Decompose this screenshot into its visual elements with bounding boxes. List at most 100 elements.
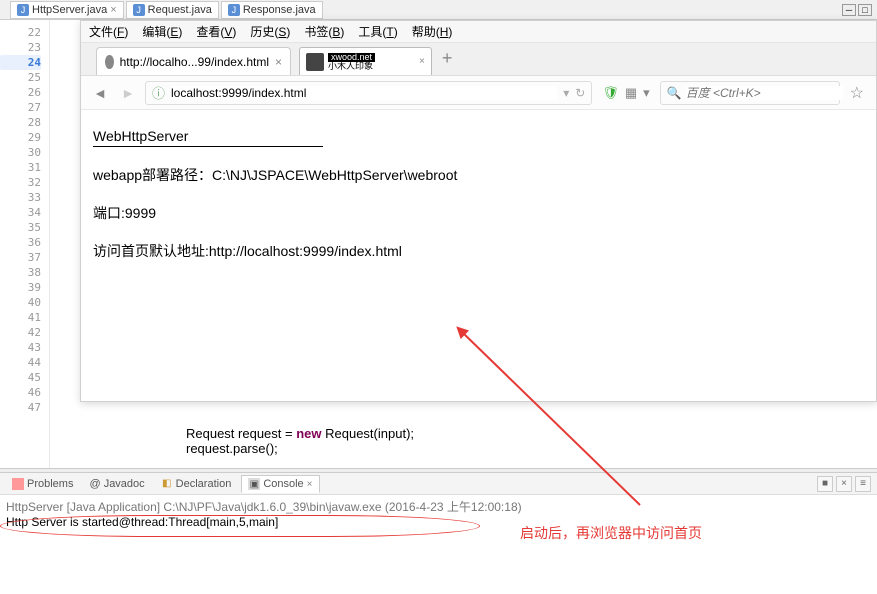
panel-tab-javadoc[interactable]: @ Javadoc xyxy=(83,476,150,492)
editor-area: 2223242526272829303132333435363738394041… xyxy=(0,20,877,468)
grid-icon[interactable]: ▦ xyxy=(625,85,637,101)
robot-icon xyxy=(306,53,324,71)
console-icon: ▣ xyxy=(248,478,260,490)
globe-icon: ⓘ xyxy=(152,83,165,102)
java-file-icon: J xyxy=(133,4,145,16)
logo-subtitle: 小木人印象 xyxy=(328,62,375,71)
line-number: 26 xyxy=(0,85,41,100)
line-number: 32 xyxy=(0,175,41,190)
url-field[interactable]: ⓘ ▾ ↻ xyxy=(145,81,592,105)
java-file-icon: J xyxy=(17,4,29,16)
line-number: 38 xyxy=(0,265,41,280)
page-line-deploy: webapp部署路径：C:\NJ\JSPACE\WebHttpServer\we… xyxy=(93,165,864,185)
browser-tabstrip: http://localho...99/index.html × xwood.n… xyxy=(81,43,876,76)
line-number: 43 xyxy=(0,340,41,355)
panel-tab-declaration[interactable]: ◧Declaration xyxy=(155,476,238,492)
browser-menubar: 文件(F) 编辑(E) 查看(V) 历史(S) 书签(B) 工具(T) 帮助(H) xyxy=(81,21,876,43)
line-number: 46 xyxy=(0,385,41,400)
line-number: 40 xyxy=(0,295,41,310)
page-line-port: 端口:9999 xyxy=(93,203,864,223)
line-number: 27 xyxy=(0,100,41,115)
search-icon: 🔍 xyxy=(667,86,682,100)
line-number: 30 xyxy=(0,145,41,160)
new-tab-button[interactable]: + xyxy=(442,48,453,69)
menu-t[interactable]: 工具(T) xyxy=(358,23,397,40)
tool-icon[interactable]: ■ xyxy=(817,476,833,492)
ide-tab-response[interactable]: J Response.java xyxy=(221,1,323,19)
panel-tab-problems[interactable]: Problems xyxy=(6,476,79,492)
code-fragment: Request request = new Request(input); re… xyxy=(186,426,414,456)
page-title: WebHttpServer xyxy=(93,128,864,144)
line-number: 22 xyxy=(0,25,41,40)
menu-s[interactable]: 历史(S) xyxy=(250,23,290,40)
java-file-icon: J xyxy=(228,4,240,16)
menu-v[interactable]: 查看(V) xyxy=(196,23,236,40)
forward-button[interactable]: ► xyxy=(117,82,139,104)
maximize-icon[interactable]: □ xyxy=(858,4,872,16)
line-number: 36 xyxy=(0,235,41,250)
tool-icon[interactable]: ≡ xyxy=(855,476,871,492)
line-gutter: 2223242526272829303132333435363738394041… xyxy=(0,20,50,468)
page-line-url: 访问首页默认地址:http://localhost:9999/index.htm… xyxy=(93,241,864,261)
back-button[interactable]: ◄ xyxy=(89,82,111,104)
code-body: 文件(F) 编辑(E) 查看(V) 历史(S) 书签(B) 工具(T) 帮助(H) http… xyxy=(50,20,877,468)
bookmark-icon[interactable]: ☆ xyxy=(846,83,868,103)
menu-h[interactable]: 帮助(H) xyxy=(412,23,453,40)
menu-b[interactable]: 书签(B) xyxy=(304,23,344,40)
menu-e[interactable]: 编辑(E) xyxy=(142,23,182,40)
declaration-icon: ◧ xyxy=(161,478,173,490)
shield-icon[interactable]: 🛡 xyxy=(602,85,619,101)
minimize-icon[interactable]: ─ xyxy=(842,4,856,16)
line-number: 39 xyxy=(0,280,41,295)
line-number: 47 xyxy=(0,400,41,415)
close-icon[interactable]: × xyxy=(275,55,282,69)
search-field[interactable]: 🔍 xyxy=(660,81,840,105)
console-output: Http Server is started@thread:Thread[mai… xyxy=(6,515,871,529)
line-number: 34 xyxy=(0,205,41,220)
indicators: 🛡 ▦ ▾ xyxy=(598,85,653,101)
line-number: 41 xyxy=(0,310,41,325)
search-input[interactable] xyxy=(686,86,843,100)
line-number: 37 xyxy=(0,250,41,265)
line-number: 24 xyxy=(0,55,41,70)
line-number: 23 xyxy=(0,40,41,55)
console-header: HttpServer [Java Application] C:\NJ\PF\J… xyxy=(6,498,871,515)
close-icon[interactable]: × xyxy=(307,479,313,490)
panel-tab-console[interactable]: ▣Console× xyxy=(241,475,319,493)
browser-tab-title: http://localho...99/index.html xyxy=(120,55,269,69)
line-number: 29 xyxy=(0,130,41,145)
browser-window: 文件(F) 编辑(E) 查看(V) 历史(S) 书签(B) 工具(T) 帮助(H) http… xyxy=(80,20,877,402)
line-number: 31 xyxy=(0,160,41,175)
page-rule xyxy=(93,146,323,147)
menu-f[interactable]: 文件(F) xyxy=(89,23,128,40)
favicon-icon xyxy=(105,55,114,69)
browser-tab-active[interactable]: http://localho...99/index.html × xyxy=(96,47,291,75)
panel-tabs: Problems @ Javadoc ◧Declaration ▣Console… xyxy=(0,473,877,495)
browser-addressbar: ◄ ► ⓘ ▾ ↻ 🛡 ▦ ▾ 🔍 ☆ xyxy=(81,76,876,110)
line-number: 42 xyxy=(0,325,41,340)
browser-tab-logo[interactable]: xwood.net 小木人印象 × xyxy=(299,47,432,75)
ide-tab-httpserver[interactable]: J HttpServer.java × xyxy=(10,1,124,19)
dropdown-icon[interactable]: ▾ xyxy=(563,86,569,100)
window-controls: ─ □ xyxy=(842,4,872,16)
close-icon[interactable]: × xyxy=(419,56,425,67)
problems-icon xyxy=(12,478,24,490)
close-icon[interactable]: × xyxy=(110,4,116,16)
ide-tab-bar: J HttpServer.java × J Request.java J Res… xyxy=(0,0,877,20)
panel-toolbar: ■ × ≡ xyxy=(817,476,871,492)
browser-page-content: WebHttpServer webapp部署路径：C:\NJ\JSPACE\We… xyxy=(81,110,876,401)
line-number: 28 xyxy=(0,115,41,130)
ide-tab-label: Response.java xyxy=(243,4,316,16)
chevron-down-icon[interactable]: ▾ xyxy=(643,85,650,101)
line-number: 25 xyxy=(0,70,41,85)
ide-tab-request[interactable]: J Request.java xyxy=(126,1,219,19)
line-number: 35 xyxy=(0,220,41,235)
ide-tab-label: HttpServer.java xyxy=(32,4,107,16)
annotation-note: 启动后，再浏览器中访问首页 xyxy=(520,523,702,543)
line-number: 33 xyxy=(0,190,41,205)
console-panel: Problems @ Javadoc ◧Declaration ▣Console… xyxy=(0,473,877,593)
tool-icon[interactable]: × xyxy=(836,476,852,492)
reload-icon[interactable]: ↻ xyxy=(575,86,585,100)
url-input[interactable] xyxy=(171,86,557,100)
line-number: 44 xyxy=(0,355,41,370)
